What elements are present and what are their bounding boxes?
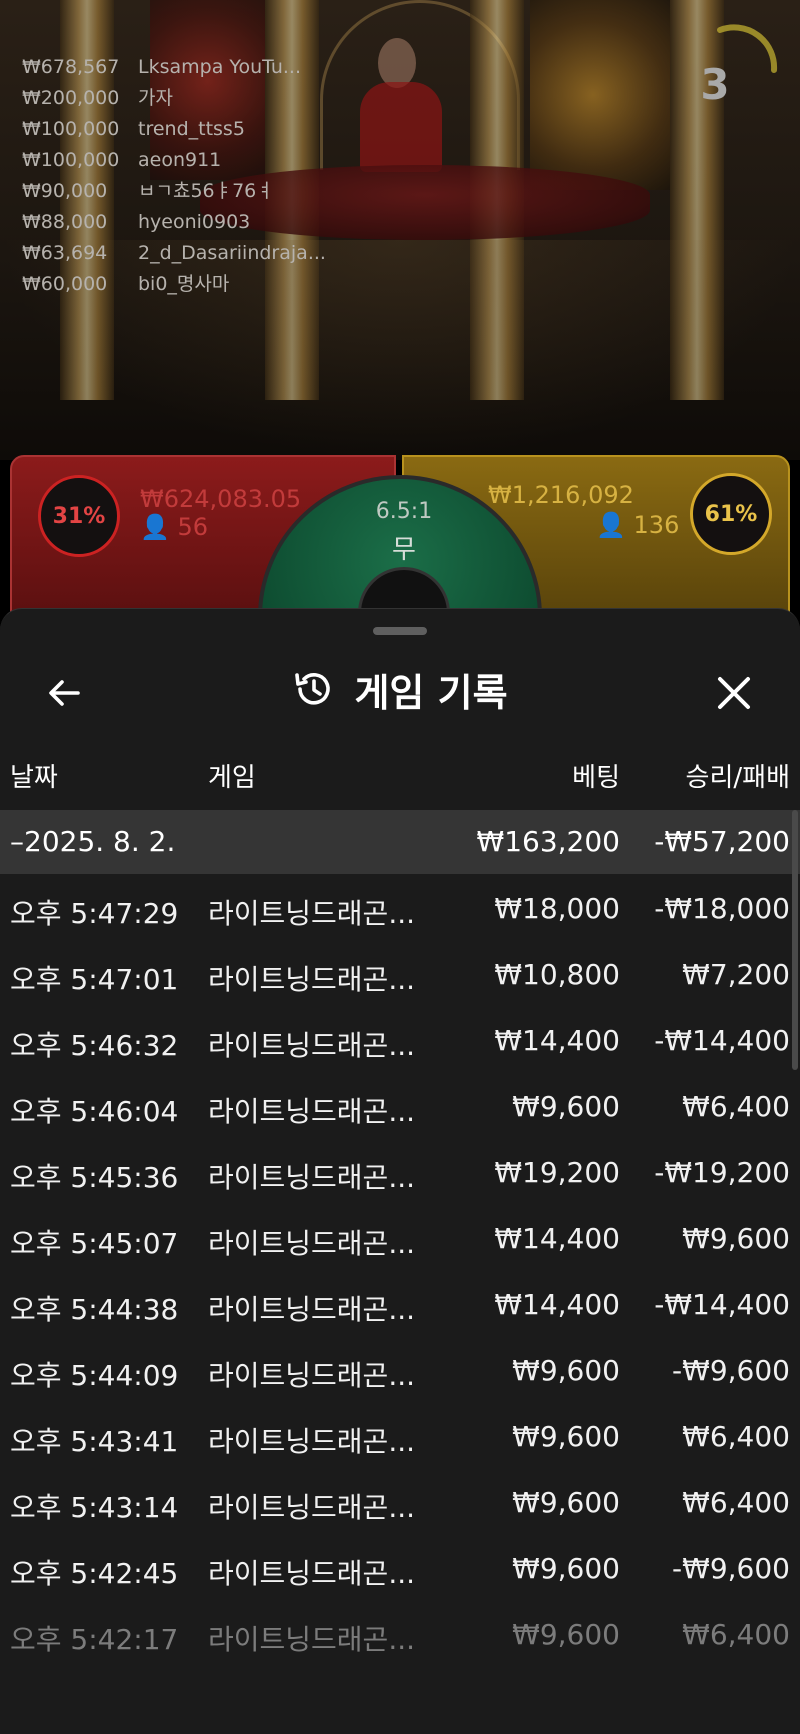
sheet-title: 게임 기록 <box>354 670 508 715</box>
live-game-scene: ₩678,567 Lksampa YouTu... ₩200,000 가자 ₩100… <box>0 0 800 460</box>
history-row[interactable]: 오후 5:46:32 라이트닝드래곤... ₩14,400 -₩14,400 <box>0 1006 800 1072</box>
history-row[interactable]: 오후 5:44:38 라이트닝드래곤... ₩14,400 -₩14,400 <box>0 1270 800 1336</box>
leaderboard-row: ₩200,000 가자 <box>22 87 173 109</box>
sheet-title-group: 게임 기록 <box>0 649 800 729</box>
table-header: 날짜 게임 베팅 승리/패배 <box>0 749 800 799</box>
sheet-drag-handle[interactable] <box>373 627 427 635</box>
day-date: –2025. 8. 2. <box>10 825 176 858</box>
history-row[interactable]: 오후 5:42:17 라이트닝드래곤... ₩9,600 ₩6,400 <box>0 1600 800 1666</box>
column-game: 게임 <box>208 763 256 793</box>
arrow-left-icon <box>49 680 80 706</box>
history-row[interactable]: 오후 5:43:14 라이트닝드래곤... ₩9,600 ₩6,400 <box>0 1468 800 1534</box>
history-row[interactable]: 오후 5:45:36 라이트닝드래곤... ₩19,200 -₩19,200 <box>0 1138 800 1204</box>
sheet-header: 게임 기록 <box>0 649 800 729</box>
day-summary-row[interactable]: –2025. 8. 2. ₩163,200 -₩57,200 <box>0 810 800 874</box>
dragon-percent: 31% <box>38 475 120 557</box>
dragon-player-count: 👤 56 <box>140 513 209 541</box>
leaderboard-row: ₩88,000 hyeoni0903 <box>22 211 251 233</box>
history-row[interactable]: 오후 5:46:04 라이트닝드래곤... ₩9,600 ₩6,400 <box>0 1072 800 1138</box>
dealer <box>378 38 416 88</box>
leaderboard-row: ₩63,694 2_d_Dasariindraja... <box>22 242 326 264</box>
person-icon: 👤 <box>140 513 170 541</box>
history-row[interactable]: 오후 5:42:45 라이트닝드래곤... ₩9,600 -₩9,600 <box>0 1534 800 1600</box>
tiger-percent: 61% <box>690 473 772 555</box>
leaderboard-row: ₩678,567 Lksampa YouTu... <box>22 56 302 78</box>
day-total-winloss: -₩57,200 <box>654 825 790 858</box>
history-row[interactable]: 오후 5:47:01 라이트닝드래곤... ₩10,800 ₩7,200 <box>0 940 800 1006</box>
leaderboard-row: ₩100,000 trend_ttss5 <box>22 118 245 140</box>
history-icon <box>295 673 331 705</box>
leaderboard-row: ₩90,000 ㅂㄱ쵸56ㅑ76ㅕ <box>22 180 274 202</box>
person-icon: 👤 <box>596 511 626 539</box>
tie-label: 무 <box>392 535 416 565</box>
leaderboard-row: ₩100,000 aeon911 <box>22 149 222 171</box>
column-bet: 베팅 <box>572 763 620 793</box>
column-date: 날짜 <box>10 763 58 793</box>
column-winloss: 승리/패배 <box>685 763 790 793</box>
betting-area: 31% ₩624,083.05 👤 56 61% ₩1,216,092 👤 13… <box>0 455 800 759</box>
close-icon <box>718 677 750 709</box>
history-list: 오후 5:47:29 라이트닝드래곤... ₩18,000 -₩18,000 오후 5… <box>0 874 800 1666</box>
tiger-artwork <box>530 0 670 190</box>
game-history-sheet: 게임 기록 날짜 게임 베팅 승리/패배 –2025. 8. 2. ₩163,2… <box>0 608 800 1734</box>
countdown-timer: 3 <box>700 60 730 109</box>
tie-odds: 6.5:1 <box>375 499 433 524</box>
dealer-dress <box>360 82 442 172</box>
close-button[interactable] <box>706 665 762 721</box>
history-row[interactable]: 오후 5:43:41 라이트닝드래곤... ₩9,600 ₩6,400 <box>0 1402 800 1468</box>
leaderboard-row: ₩60,000 bi0_명사마 <box>22 273 230 295</box>
winners-leaderboard: ₩678,567 Lksampa YouTu... ₩200,000 가자 ₩100… <box>22 52 352 300</box>
tiger-player-count: 👤 136 <box>596 511 680 539</box>
history-scrollbar[interactable] <box>792 810 798 1070</box>
history-row[interactable]: 오후 5:47:29 라이트닝드래곤... ₩18,000 -₩18,000 <box>0 874 800 940</box>
day-total-bet: ₩163,200 <box>476 825 620 858</box>
history-row[interactable]: 오후 5:45:07 라이트닝드래곤... ₩14,400 ₩9,600 <box>0 1204 800 1270</box>
back-button[interactable] <box>36 665 92 721</box>
history-row[interactable]: 오후 5:44:09 라이트닝드래곤... ₩9,600 -₩9,600 <box>0 1336 800 1402</box>
